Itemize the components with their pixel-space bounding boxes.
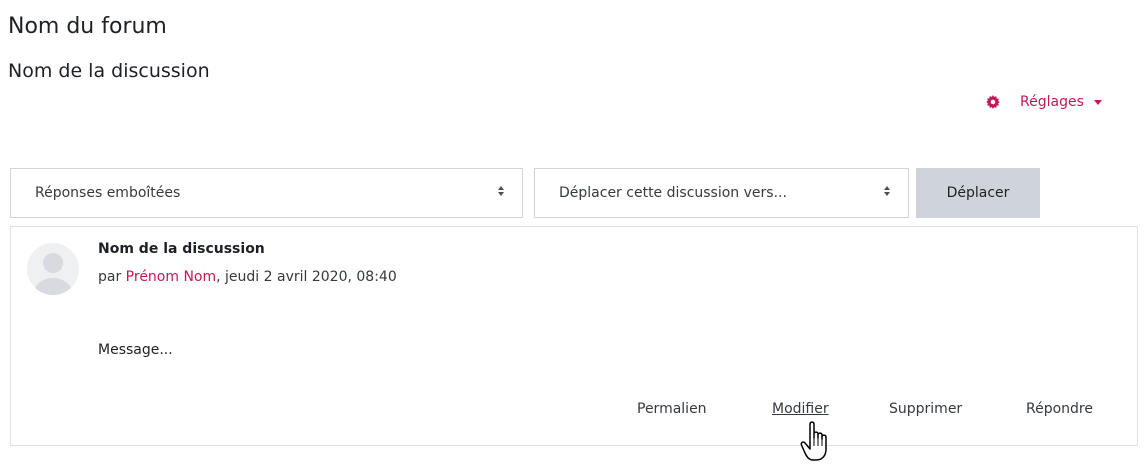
user-icon <box>34 253 72 295</box>
select-arrows-icon <box>884 186 890 196</box>
byline-prefix: par <box>98 269 126 285</box>
post-message: Message... <box>98 342 173 358</box>
discussion-title: Nom de la discussion <box>8 60 210 82</box>
post-byline: par Prénom Nom, jeudi 2 avril 2020, 08:4… <box>98 269 397 285</box>
display-mode-select[interactable]: Réponses emboîtées <box>10 168 523 218</box>
delete-link[interactable]: Supprimer <box>889 401 962 417</box>
permalink-link[interactable]: Permalien <box>637 401 707 417</box>
move-discussion-select[interactable]: Déplacer cette discussion vers... <box>534 168 909 218</box>
move-button[interactable]: Déplacer <box>916 168 1040 218</box>
avatar[interactable] <box>27 243 79 295</box>
gear-icon <box>986 95 1000 109</box>
reply-link[interactable]: Répondre <box>1026 401 1093 417</box>
move-discussion-value: Déplacer cette discussion vers... <box>559 185 787 201</box>
hand-cursor-icon <box>800 421 827 461</box>
select-arrows-icon <box>498 186 504 196</box>
display-mode-value: Réponses emboîtées <box>35 185 181 201</box>
settings-menu[interactable]: Réglages <box>986 94 1102 110</box>
edit-link[interactable]: Modifier <box>772 401 829 417</box>
caret-down-icon <box>1093 99 1102 105</box>
forum-post: Nom de la discussion par Prénom Nom, jeu… <box>10 226 1138 446</box>
author-link[interactable]: Prénom Nom <box>126 269 216 285</box>
settings-label: Réglages <box>1020 94 1084 110</box>
post-subject: Nom de la discussion <box>98 241 265 257</box>
post-date: , jeudi 2 avril 2020, 08:40 <box>216 269 397 285</box>
forum-title: Nom du forum <box>8 14 167 39</box>
